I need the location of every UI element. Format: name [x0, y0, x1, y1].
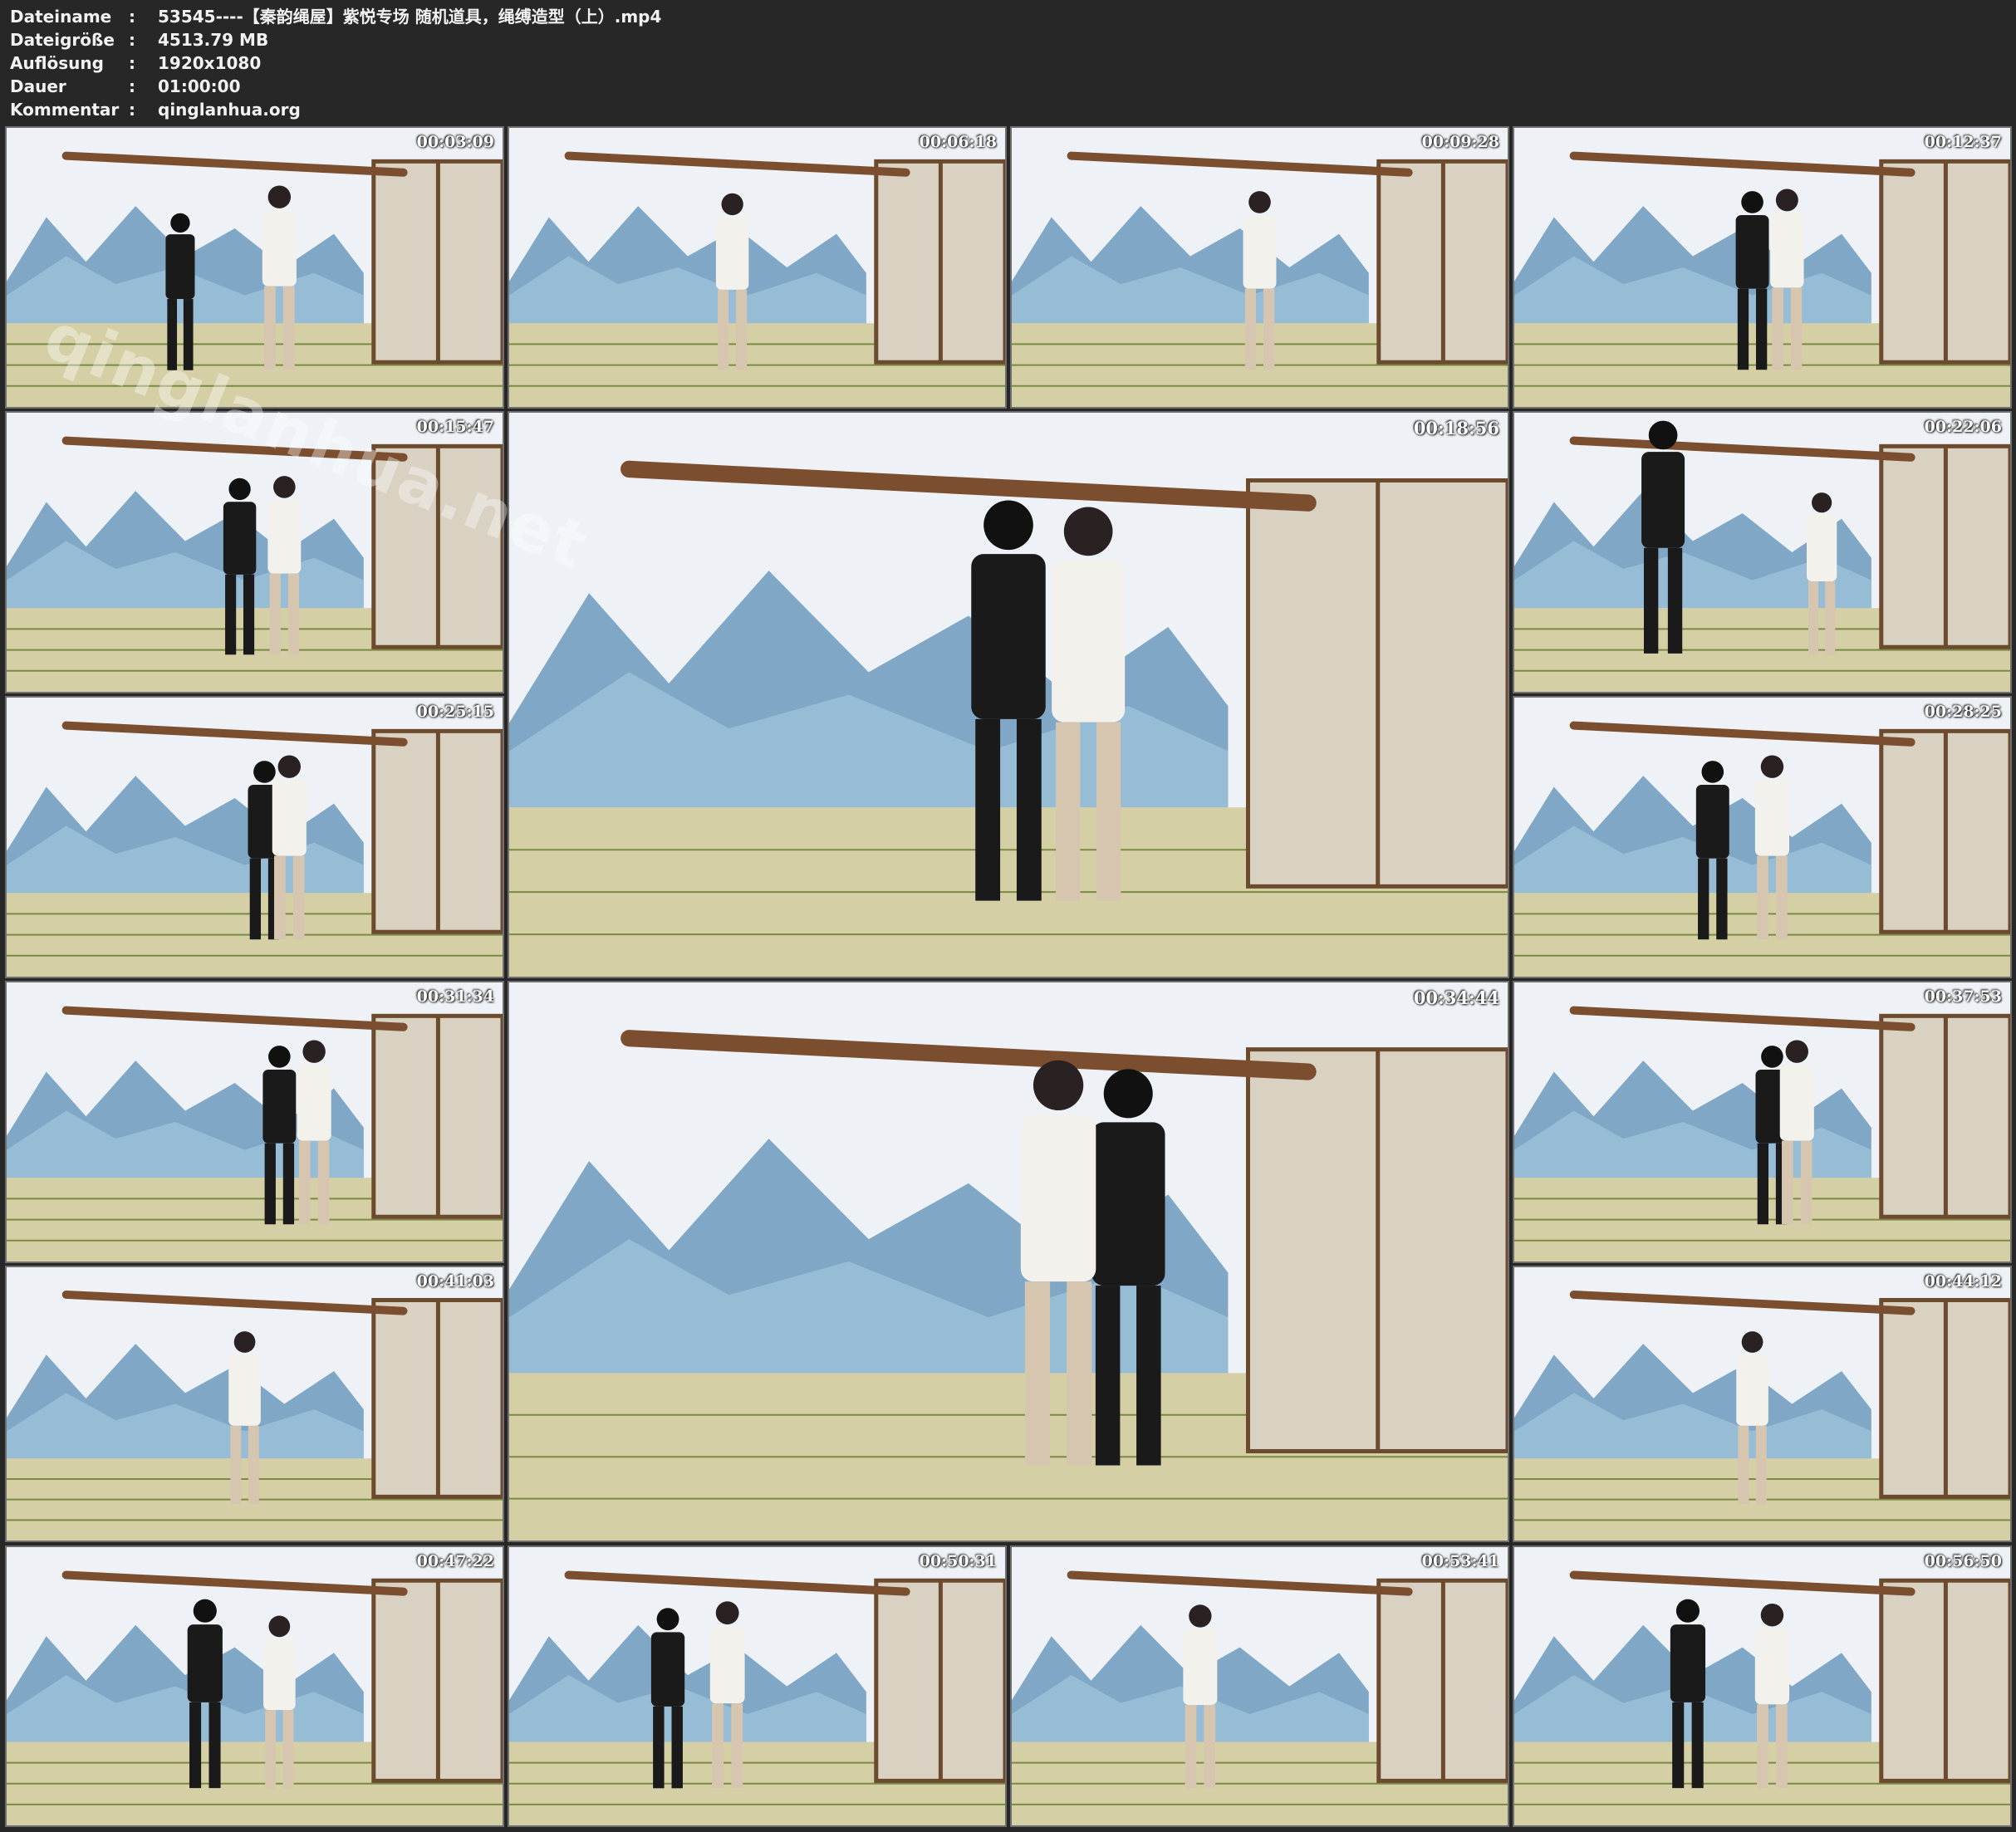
- scene-illustration: [7, 982, 503, 1261]
- info-value: 4513.79 MB: [158, 30, 269, 50]
- thumbnail[interactable]: 00:09:28: [1010, 126, 1509, 409]
- scene-illustration: [1514, 1547, 2010, 1825]
- thumbnail[interactable]: 00:31:34: [5, 981, 504, 1263]
- timestamp: 00:34:44: [1413, 987, 1499, 1008]
- scene-illustration: [509, 982, 1508, 1541]
- thumbnail[interactable]: 00:37:53: [1513, 981, 2012, 1263]
- timestamp: 00:06:18: [919, 133, 997, 151]
- info-row-duration: Dauer: 01:00:00: [10, 75, 661, 98]
- info-separator: :: [129, 30, 135, 50]
- thumbnail-large[interactable]: 00:34:44: [508, 981, 1509, 1542]
- timestamp: 00:18:56: [1413, 418, 1499, 438]
- timestamp: 00:44:12: [1924, 1272, 2002, 1291]
- info-label: Dauer: [10, 76, 66, 96]
- scene-illustration: [1514, 982, 2010, 1261]
- timestamp: 00:31:34: [416, 987, 494, 1006]
- info-value: 53545----【秦韵绳屋】紫悦专场 随机道具，绳缚造型（上）.mp4: [158, 7, 662, 27]
- timestamp: 00:56:50: [1924, 1552, 2002, 1570]
- info-separator: :: [129, 53, 135, 73]
- scene-illustration: [1514, 1267, 2010, 1541]
- timestamp: 00:41:03: [416, 1272, 494, 1291]
- timestamp: 00:53:41: [1421, 1552, 1499, 1570]
- timestamp: 00:22:06: [1924, 418, 2002, 436]
- scene-illustration: [7, 128, 503, 407]
- timestamp: 00:09:28: [1421, 133, 1499, 151]
- scene-illustration: [7, 413, 503, 692]
- thumbnail[interactable]: 00:28:25: [1513, 696, 2012, 978]
- scene-illustration: [7, 1267, 503, 1541]
- info-label: Kommentar: [10, 100, 120, 120]
- thumbnail[interactable]: 00:22:06: [1513, 411, 2012, 693]
- info-row-resolution: Auflösung: 1920x1080: [10, 51, 661, 75]
- thumbnail[interactable]: 00:50:31: [508, 1545, 1007, 1827]
- thumbnail[interactable]: 00:53:41: [1010, 1545, 1509, 1827]
- info-row-comment: Kommentar: qinglanhua.org: [10, 98, 661, 121]
- scene-illustration: [1012, 1547, 1508, 1825]
- timestamp: 00:25:15: [416, 703, 494, 721]
- scene-illustration: [7, 1547, 503, 1825]
- info-value: 01:00:00: [158, 76, 241, 96]
- info-row-filename: Dateiname: 53545----【秦韵绳屋】紫悦专场 随机道具，绳缚造型（…: [10, 5, 661, 28]
- scene-illustration: [7, 698, 503, 977]
- thumbnail[interactable]: 00:44:12: [1513, 1266, 2012, 1542]
- timestamp: 00:12:37: [1924, 133, 2002, 151]
- scene-illustration: [509, 1547, 1005, 1825]
- info-separator: :: [129, 76, 135, 96]
- info-separator: :: [129, 7, 135, 27]
- timestamp: 00:37:53: [1924, 987, 2002, 1006]
- timestamp: 00:28:25: [1924, 703, 2002, 721]
- scene-illustration: [1514, 128, 2010, 407]
- thumbnail[interactable]: 00:25:15: [5, 696, 504, 978]
- thumbnail[interactable]: 00:56:50: [1513, 1545, 2012, 1827]
- thumbnail[interactable]: 00:47:22: [5, 1545, 504, 1827]
- info-value: 1920x1080: [158, 53, 262, 73]
- info-label: Dateiname: [10, 7, 112, 27]
- info-value: qinglanhua.org: [158, 100, 301, 120]
- thumbnail[interactable]: 00:06:18: [508, 126, 1007, 409]
- scene-illustration: [509, 128, 1005, 407]
- scene-illustration: [1514, 413, 2010, 692]
- scene-illustration: [509, 413, 1508, 977]
- timestamp: 00:15:47: [416, 418, 494, 436]
- file-info-header: Dateiname: 53545----【秦韵绳屋】紫悦专场 随机道具，绳缚造型（…: [10, 5, 661, 121]
- info-label: Dateigröße: [10, 30, 115, 50]
- info-separator: :: [129, 100, 135, 120]
- thumbnail[interactable]: 00:41:03: [5, 1266, 504, 1542]
- timestamp: 00:03:09: [416, 133, 494, 151]
- timestamp: 00:47:22: [416, 1552, 494, 1570]
- scene-illustration: [1012, 128, 1508, 407]
- thumbnail-large[interactable]: 00:18:56: [508, 411, 1509, 978]
- info-row-filesize: Dateigröße: 4513.79 MB: [10, 28, 661, 51]
- thumbnail[interactable]: 00:15:47: [5, 411, 504, 693]
- info-label: Auflösung: [10, 53, 104, 73]
- timestamp: 00:50:31: [919, 1552, 997, 1570]
- scene-illustration: [1514, 698, 2010, 977]
- thumbnail[interactable]: 00:12:37: [1513, 126, 2012, 409]
- thumbnail[interactable]: 00:03:09: [5, 126, 504, 409]
